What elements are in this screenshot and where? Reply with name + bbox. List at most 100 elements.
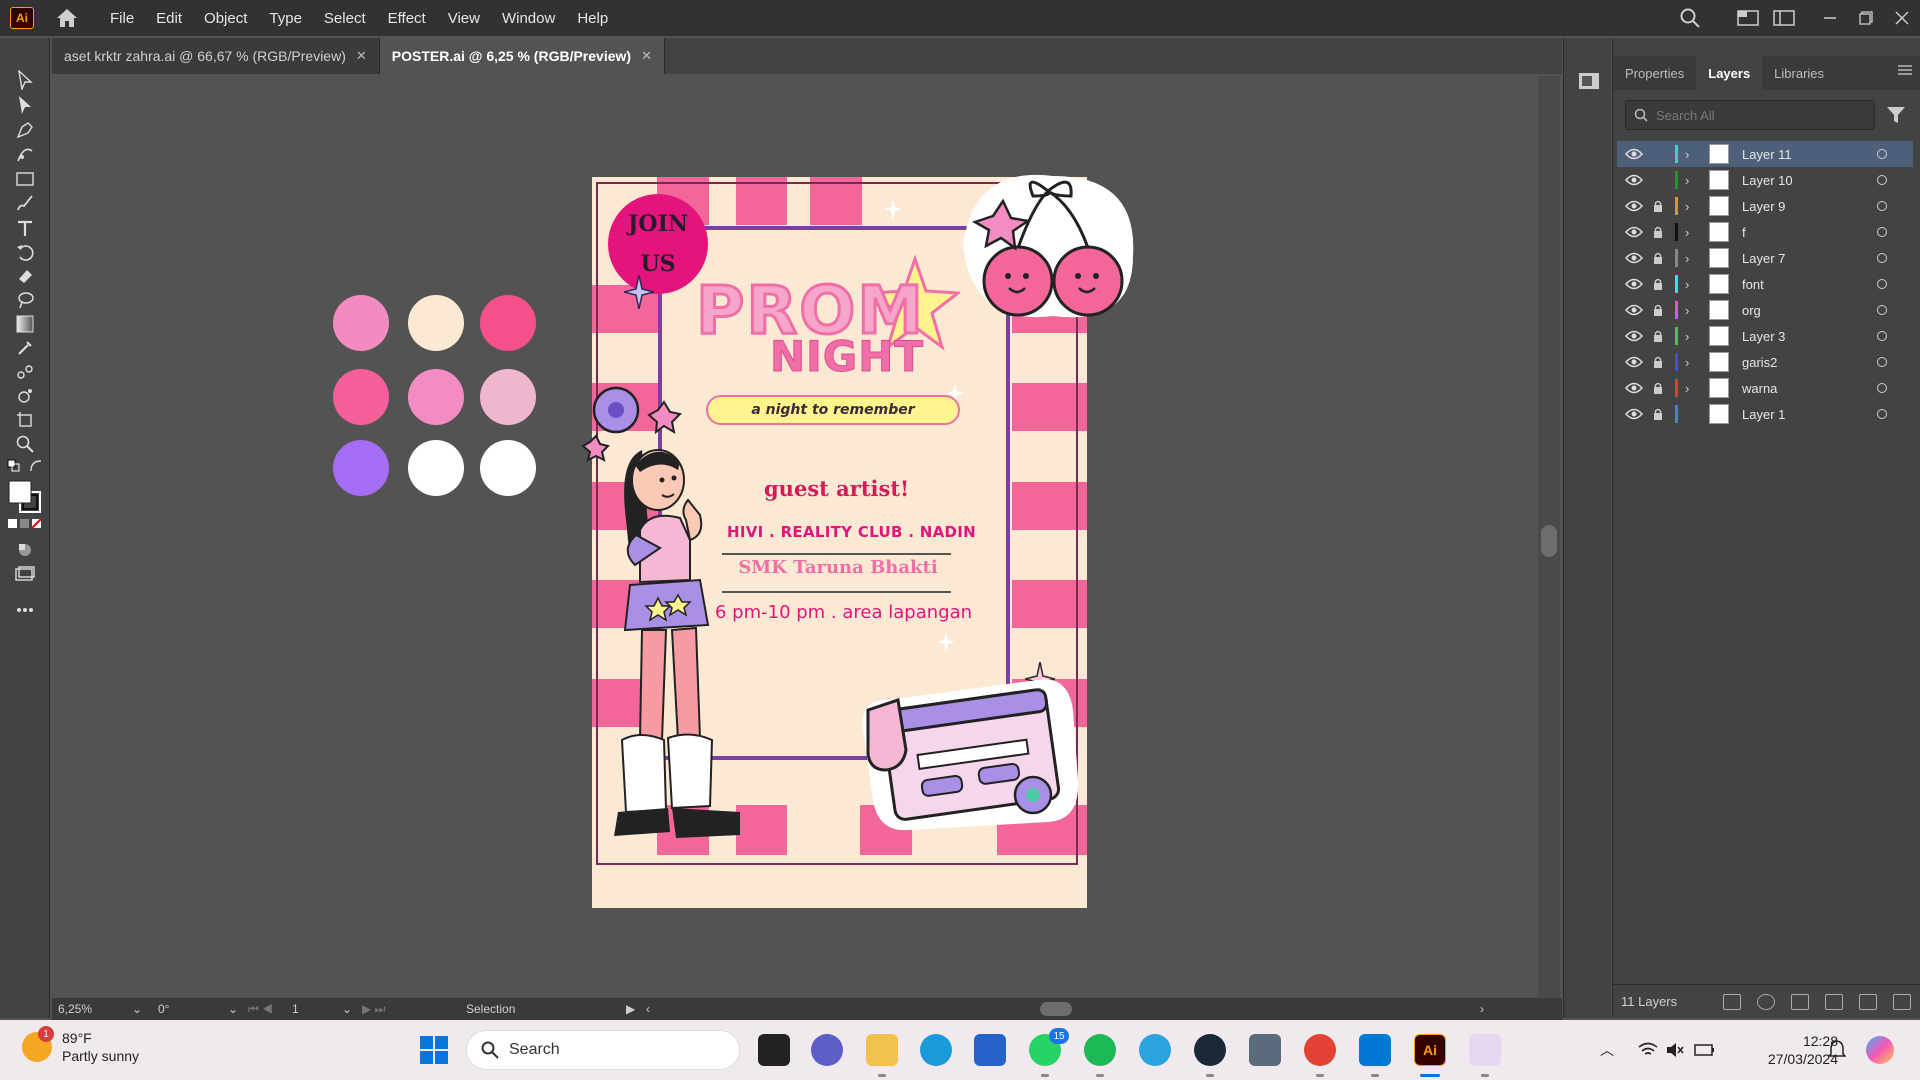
menu-window[interactable]: Window [502,10,555,27]
menu-help[interactable]: Help [577,10,608,27]
layer-name[interactable]: Layer 1 [1742,407,1785,422]
new-layer-icon[interactable] [1859,993,1877,1010]
steam-icon[interactable] [1194,1034,1226,1066]
pen-tool-icon[interactable] [13,118,37,142]
restore-icon[interactable] [1848,0,1884,36]
system-clock[interactable]: 12:28 27/03/2024 [1738,1032,1838,1068]
illustrator-logo[interactable]: Ai [10,7,34,29]
new-sublayer-icon[interactable] [1825,993,1843,1010]
scroll-left-icon[interactable]: ‹ [640,1000,654,1018]
chevron-right-icon[interactable]: › [1685,303,1689,318]
panel-menu-icon[interactable] [1898,63,1912,79]
chevron-right-icon[interactable]: › [1685,329,1689,344]
tab-poster[interactable]: POSTER.ai @ 6,25 % (RGB/Preview) ✕ [379,38,665,74]
curvature-tool-icon[interactable] [13,142,37,166]
fill-stroke-swatch[interactable] [6,478,44,516]
draw-mode-icon[interactable] [13,538,37,562]
menu-object[interactable]: Object [204,10,247,27]
home-icon[interactable] [54,5,80,31]
weather-widget[interactable]: 1 89°F Partly sunny [22,1026,139,1065]
visibility-eye-icon[interactable] [1625,304,1643,316]
layer-name[interactable]: org [1742,303,1761,318]
layer-target-icon[interactable] [1877,383,1887,393]
microsoft-store-icon[interactable] [974,1034,1006,1066]
tab-libraries[interactable]: Libraries [1762,56,1836,90]
blend-tool-icon[interactable] [13,360,37,384]
layer-name[interactable]: Layer 3 [1742,329,1785,344]
layer-row[interactable]: Layer 1 [1617,401,1913,427]
filter-icon[interactable] [1885,104,1907,126]
layer-name[interactable]: Layer 7 [1742,251,1785,266]
taskbar-search[interactable]: Search [466,1030,740,1070]
lock-icon[interactable] [1653,356,1663,368]
swap-fill-stroke-icon[interactable] [28,458,44,474]
rectangle-tool-icon[interactable] [13,167,37,191]
gradient-tool-icon[interactable] [13,312,37,336]
menu-view[interactable]: View [448,10,480,27]
tab-aset-krktr-zahra[interactable]: aset krktr zahra.ai @ 66,67 % (RGB/Previ… [52,38,380,74]
paintbrush-tool-icon[interactable] [13,191,37,215]
chevron-right-icon[interactable]: › [1685,251,1689,266]
lock-icon[interactable] [1653,408,1663,420]
color-swatch[interactable] [408,295,464,351]
trash-icon[interactable] [1893,993,1911,1010]
clipping-mask-icon[interactable] [1791,993,1809,1010]
whatsapp-icon[interactable]: 15 [1029,1028,1069,1066]
chrome-icon[interactable] [1304,1034,1336,1066]
lasso-tool-icon[interactable] [13,288,37,312]
visibility-eye-icon[interactable] [1625,356,1643,368]
arrange-documents-icon[interactable] [1766,0,1802,36]
layer-row[interactable]: › Layer 9 [1617,193,1913,219]
locate-object-icon[interactable] [1757,993,1775,1010]
telegram-icon[interactable] [1139,1034,1171,1066]
artboard-dropdown-chevron-icon[interactable]: ⌄ [336,1000,356,1018]
task-view-icon[interactable] [758,1034,790,1066]
file-explorer-icon[interactable] [866,1034,898,1066]
layer-name[interactable]: Layer 10 [1742,173,1793,188]
rotation-field[interactable]: 0° [152,1000,222,1018]
last-artboard-nav-icon[interactable]: ▶ ⏭ [356,1000,400,1018]
notification-bell-icon[interactable] [1828,1040,1846,1060]
layer-row[interactable]: › font [1617,271,1913,297]
chevron-up-icon[interactable]: ︿ [1600,1040,1614,1060]
visibility-eye-icon[interactable] [1625,226,1643,238]
spotify-icon[interactable] [1084,1034,1116,1066]
color-swatch[interactable] [480,440,536,496]
visibility-eye-icon[interactable] [1625,252,1643,264]
volume-muted-icon[interactable] [1666,1042,1684,1058]
type-tool-icon[interactable] [13,216,37,240]
color-swatch[interactable] [480,295,536,351]
lock-icon[interactable] [1653,278,1663,290]
layer-target-icon[interactable] [1877,305,1887,315]
layer-row[interactable]: › Layer 11 [1617,141,1913,167]
layer-target-icon[interactable] [1877,175,1887,185]
calculator-icon[interactable] [1249,1034,1281,1066]
rotation-dropdown-chevron-icon[interactable]: ⌄ [222,1000,242,1018]
layer-target-icon[interactable] [1877,409,1887,419]
layer-target-icon[interactable] [1877,253,1887,263]
layer-target-icon[interactable] [1877,357,1887,367]
windows-start-icon[interactable] [420,1036,448,1064]
eyedropper-tool-icon[interactable] [13,336,37,360]
export-icon[interactable] [1723,993,1741,1010]
visibility-eye-icon[interactable] [1625,174,1643,186]
layer-row[interactable]: › Layer 10 [1617,167,1913,193]
chevron-right-icon[interactable]: › [1685,199,1689,214]
tab-layers[interactable]: Layers [1696,56,1763,90]
layer-target-icon[interactable] [1877,279,1887,289]
layer-target-icon[interactable] [1877,227,1887,237]
lock-icon[interactable] [1653,226,1663,238]
lock-icon[interactable] [1653,304,1663,316]
menu-effect[interactable]: Effect [388,10,426,27]
default-fill-stroke-icon[interactable] [6,458,22,474]
color-swatch[interactable] [333,369,389,425]
symbol-sprayer-tool-icon[interactable] [13,384,37,408]
teams-chat-icon[interactable] [811,1034,843,1066]
eraser-tool-icon[interactable] [13,264,37,288]
color-swatch[interactable] [408,369,464,425]
battery-icon[interactable] [1694,1042,1716,1058]
layer-name[interactable]: warna [1742,381,1777,396]
chevron-right-icon[interactable]: › [1685,381,1689,396]
zoom-dropdown-chevron-icon[interactable]: ⌄ [126,1000,146,1018]
lock-icon[interactable] [1653,200,1663,212]
